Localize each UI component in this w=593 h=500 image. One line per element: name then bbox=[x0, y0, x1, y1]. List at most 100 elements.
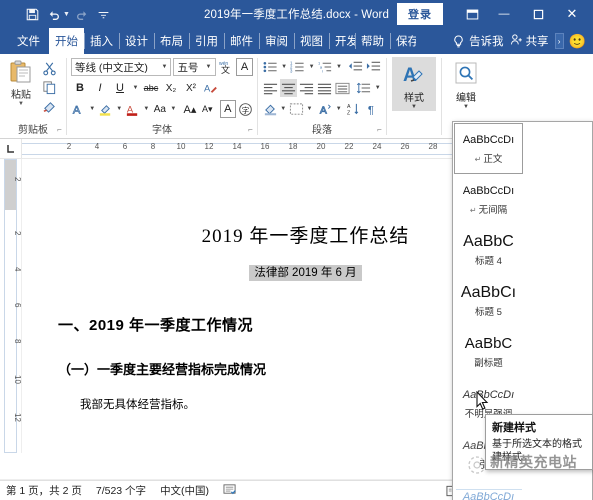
font-name-dropdown-icon[interactable]: ▼ bbox=[158, 64, 170, 70]
tab-review[interactable]: 审阅 bbox=[259, 28, 294, 54]
tell-me-box[interactable]: 告诉我 bbox=[449, 33, 504, 49]
page-info[interactable]: 第 1 页，共 2 页 bbox=[6, 483, 82, 498]
tab-design[interactable]: 设计 bbox=[119, 28, 154, 54]
sign-in-button[interactable]: 登录 bbox=[397, 3, 443, 25]
shrink-font-button[interactable]: A▾ bbox=[200, 100, 215, 118]
proofing-errors-icon[interactable] bbox=[223, 483, 237, 499]
multilevel-list-button[interactable]: 1ai bbox=[317, 58, 334, 76]
align-left-button[interactable] bbox=[262, 79, 279, 97]
feedback-smiley-icon[interactable]: 🙂 bbox=[566, 33, 589, 50]
numbering-dropdown-icon[interactable]: ▼ bbox=[307, 58, 315, 76]
tab-layout[interactable]: 布局 bbox=[154, 28, 189, 54]
bold-button[interactable]: B bbox=[71, 79, 89, 97]
ribbon-display-options-icon[interactable] bbox=[457, 0, 487, 28]
align-right-button[interactable] bbox=[298, 79, 315, 97]
distributed-button[interactable] bbox=[334, 79, 351, 97]
styles-button[interactable]: A 样式 ▼ bbox=[392, 57, 436, 111]
line-spacing-button[interactable] bbox=[355, 79, 372, 97]
character-shading-button[interactable]: A bbox=[220, 100, 236, 118]
shading-dropdown-icon[interactable]: ▼ bbox=[279, 100, 287, 118]
minimize-icon[interactable]: — bbox=[487, 0, 521, 28]
phonetic-guide-icon[interactable]: wén 文 bbox=[218, 58, 235, 76]
paste-button[interactable]: 粘贴 ▼ bbox=[4, 57, 38, 107]
tab-references[interactable]: 引用 bbox=[189, 28, 224, 54]
font-size-dropdown-icon[interactable]: ▼ bbox=[203, 64, 215, 70]
font-color-dropdown-icon[interactable]: ▼ bbox=[143, 100, 151, 118]
tab-file[interactable]: 文件 bbox=[8, 28, 49, 54]
grow-font-button[interactable]: A▴ bbox=[182, 100, 197, 118]
tab-overflow-icon[interactable]: › bbox=[554, 33, 564, 49]
vertical-ruler[interactable]: 2 2 4 6 8 10 12 bbox=[0, 159, 22, 453]
tab-mailings[interactable]: 邮件 bbox=[224, 28, 259, 54]
clear-all-formatting-icon[interactable]: A bbox=[202, 79, 220, 97]
style-item-intense-quote[interactable]: AaBbCcDı 明显引用 bbox=[454, 480, 523, 500]
editing-dropdown-icon[interactable]: ▼ bbox=[463, 104, 469, 111]
tab-developer[interactable]: 开发工 bbox=[329, 28, 355, 54]
character-border-icon[interactable]: A bbox=[236, 58, 253, 76]
style-item-subtitle[interactable]: AaBbC 副标题 bbox=[454, 327, 523, 378]
enclose-character-icon[interactable]: 字 bbox=[238, 100, 253, 118]
close-icon[interactable]: ✕ bbox=[555, 0, 589, 28]
font-color-icon[interactable]: A bbox=[125, 100, 140, 118]
tab-view[interactable]: 视图 bbox=[294, 28, 329, 54]
copy-icon[interactable] bbox=[40, 79, 58, 96]
underline-button[interactable]: U bbox=[111, 79, 129, 97]
change-case-dropdown-icon[interactable]: ▼ bbox=[170, 100, 178, 118]
paste-dropdown-icon[interactable]: ▼ bbox=[18, 101, 24, 107]
borders-dropdown-icon[interactable]: ▼ bbox=[305, 100, 313, 118]
text-effects-icon[interactable]: A bbox=[71, 100, 86, 118]
customize-qat-icon[interactable] bbox=[94, 4, 114, 24]
font-name-combobox[interactable]: 等线 (中文正文) ▼ bbox=[71, 58, 172, 76]
increase-indent-button[interactable] bbox=[365, 58, 382, 76]
line-spacing-dropdown-icon[interactable]: ▼ bbox=[373, 79, 382, 97]
multilevel-dropdown-icon[interactable]: ▼ bbox=[335, 58, 343, 76]
font-dialog-launcher-icon[interactable]: ⌐ bbox=[246, 125, 255, 134]
bullets-button[interactable] bbox=[262, 58, 279, 76]
asian-layout-dropdown-icon[interactable]: ▼ bbox=[335, 100, 343, 118]
align-center-button[interactable] bbox=[280, 79, 298, 97]
change-case-button[interactable]: Aa bbox=[152, 100, 167, 118]
italic-button[interactable]: I bbox=[91, 79, 109, 97]
font-size-combobox[interactable]: 五号 ▼ bbox=[173, 58, 216, 76]
numbering-button[interactable]: 123 bbox=[289, 58, 306, 76]
show-formatting-marks-button[interactable]: ¶ bbox=[366, 100, 382, 118]
tab-save-to[interactable]: 保存到 bbox=[390, 28, 416, 54]
sort-button[interactable]: AZ bbox=[347, 100, 363, 118]
undo-dropdown-icon[interactable]: ▼ bbox=[63, 11, 70, 18]
tab-insert[interactable]: 插入 bbox=[84, 28, 119, 54]
share-button[interactable]: 共享 bbox=[506, 33, 553, 49]
style-item-no-spacing[interactable]: AaBbCcDı ↵ 无间隔 bbox=[454, 174, 523, 225]
svg-text:3: 3 bbox=[290, 68, 293, 73]
paragraph-dialog-launcher-icon[interactable]: ⌐ bbox=[375, 125, 384, 134]
clipboard-dialog-launcher-icon[interactable]: ⌐ bbox=[55, 125, 64, 134]
style-item-heading-4[interactable]: AaBbC 标题 4 bbox=[454, 225, 523, 276]
undo-icon[interactable] bbox=[44, 4, 64, 24]
highlight-dropdown-icon[interactable]: ▼ bbox=[115, 100, 123, 118]
style-item-normal[interactable]: AaBbCcDı ↵ 正文 bbox=[454, 123, 523, 174]
style-item-heading-5[interactable]: AaBbCı 标题 5 bbox=[454, 276, 523, 327]
subscript-button[interactable]: X₂ bbox=[162, 79, 180, 97]
bullets-dropdown-icon[interactable]: ▼ bbox=[280, 58, 288, 76]
redo-icon[interactable] bbox=[72, 4, 92, 24]
underline-dropdown-icon[interactable]: ▼ bbox=[131, 79, 140, 97]
strikethrough-button[interactable]: abc bbox=[142, 79, 160, 97]
word-count[interactable]: 7/523 个字 bbox=[96, 483, 146, 498]
decrease-indent-button[interactable] bbox=[347, 58, 364, 76]
text-effects-dropdown-icon[interactable]: ▼ bbox=[88, 100, 96, 118]
shading-button[interactable] bbox=[262, 100, 278, 118]
tab-help[interactable]: 帮助 bbox=[355, 28, 390, 54]
save-icon[interactable] bbox=[22, 4, 42, 24]
editing-button[interactable]: 编辑 ▼ bbox=[446, 57, 486, 111]
tab-stop-selector[interactable] bbox=[0, 139, 22, 158]
format-painter-icon[interactable] bbox=[40, 98, 58, 115]
cut-icon[interactable] bbox=[40, 60, 58, 77]
justify-button[interactable] bbox=[316, 79, 333, 97]
asian-layout-button[interactable]: A bbox=[317, 100, 333, 118]
maximize-icon[interactable] bbox=[521, 0, 555, 28]
highlight-color-icon[interactable] bbox=[98, 100, 113, 118]
tab-home[interactable]: 开始 bbox=[49, 28, 84, 54]
borders-button[interactable] bbox=[288, 100, 304, 118]
language-indicator[interactable]: 中文(中国) bbox=[160, 483, 209, 498]
superscript-button[interactable]: X² bbox=[182, 79, 200, 97]
styles-dropdown-icon[interactable]: ▼ bbox=[411, 104, 417, 111]
